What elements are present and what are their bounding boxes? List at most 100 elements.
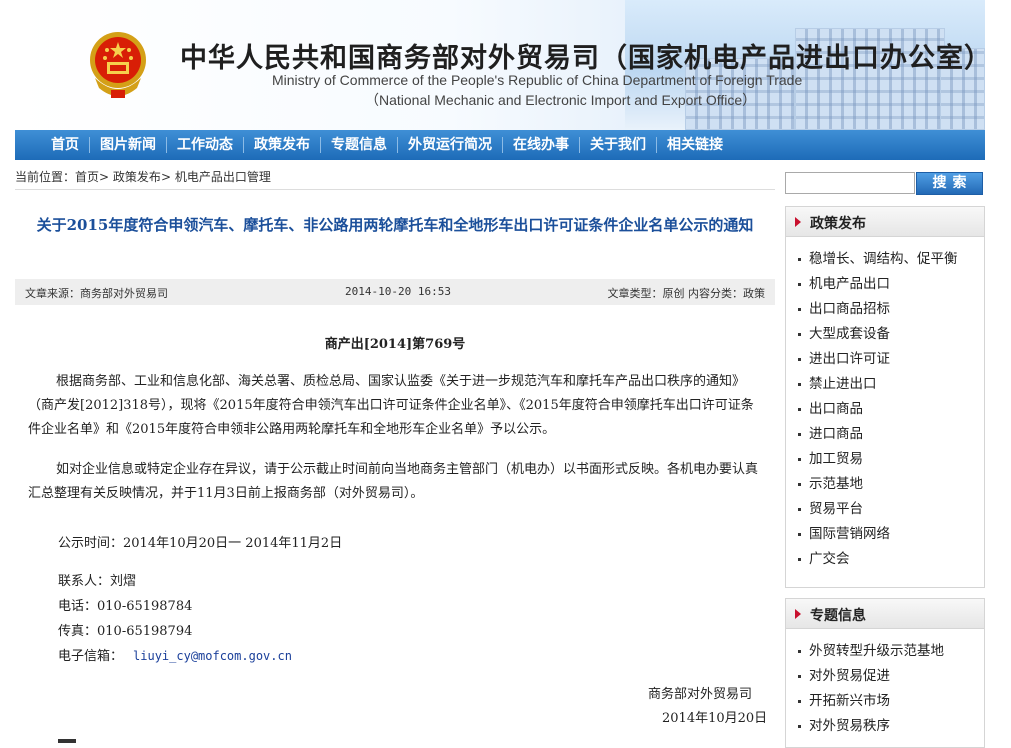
bullet-icon <box>798 557 801 561</box>
bullet-icon <box>798 457 801 461</box>
breadcrumb: 当前位置：首页> 政策发布> 机电产品出口管理 <box>15 168 775 190</box>
arrow-right-icon <box>795 609 801 619</box>
policy-link[interactable]: 大型成套设备 <box>809 326 890 342</box>
policy-link[interactable]: 示范基地 <box>809 476 863 492</box>
bullet-icon <box>798 532 801 536</box>
policy-list-item[interactable]: 进口商品 <box>798 422 984 447</box>
article-paragraph: 如对企业信息或特定企业存在异议，请于公示截止时间前向当地商务主管部门（机电办）以… <box>28 462 759 501</box>
policy-link[interactable]: 国际营销网络 <box>809 526 890 542</box>
policy-list-item[interactable]: 加工贸易 <box>798 447 984 472</box>
nav-item-about[interactable]: 关于我们 <box>580 137 657 153</box>
bullet-icon <box>798 482 801 486</box>
breadcrumb-label: 当前位置： <box>15 170 76 184</box>
bullet-icon <box>798 332 801 336</box>
policy-link[interactable]: 稳增长、调结构、促平衡 <box>809 251 958 267</box>
bullet-icon <box>798 507 801 511</box>
site-title-english: Ministry of Commerce of the People's Rep… <box>272 72 803 88</box>
policy-list-item[interactable]: 出口商品 <box>798 397 984 422</box>
policy-list-item[interactable]: 大型成套设备 <box>798 322 984 347</box>
policy-link[interactable]: 出口商品 <box>809 401 863 417</box>
search-button[interactable]: 搜索 <box>916 172 983 195</box>
breadcrumb-separator: > <box>160 170 171 184</box>
topic-link[interactable]: 外贸转型升级示范基地 <box>809 643 944 659</box>
nav-item-policy[interactable]: 政策发布 <box>244 137 321 153</box>
policy-list-item[interactable]: 示范基地 <box>798 472 984 497</box>
article-title: 关于2015年度符合申领汽车、摩托车、非公路用两轮摩托车和全地形车出口许可证条件… <box>36 216 754 234</box>
policy-list-item[interactable]: 出口商品招标 <box>798 297 984 322</box>
national-emblem-icon <box>90 32 146 98</box>
bullet-icon <box>798 382 801 386</box>
topic-link[interactable]: 开拓新兴市场 <box>809 693 890 709</box>
nav-item-photo-news[interactable]: 图片新闻 <box>90 137 167 153</box>
article-type: 文章类型：原创 内容分类：政策 <box>607 287 766 300</box>
policy-link[interactable]: 出口商品招标 <box>809 301 890 317</box>
topics-panel: 专题信息 外贸转型升级示范基地 对外贸易促进 开拓新兴市场 对外贸易秩序 <box>785 598 985 748</box>
topic-link[interactable]: 对外贸易秩序 <box>809 718 890 734</box>
document-number: 商产出[2014]第769号 <box>324 337 466 352</box>
bullet-icon <box>798 649 801 653</box>
article-meta-bar: 文章来源：商务部对外贸易司 2014-10-20 16:53 文章类型：原创 内… <box>15 279 775 305</box>
breadcrumb-link-home[interactable]: 首页 <box>75 170 99 184</box>
topic-list-item[interactable]: 对外贸易促进 <box>798 664 984 689</box>
policy-link[interactable]: 禁止进出口 <box>809 376 877 392</box>
topic-list-item[interactable]: 对外贸易秩序 <box>798 714 984 739</box>
search-input[interactable] <box>785 172 915 194</box>
contact-fax: 传真：010-65198794 <box>58 624 193 639</box>
nav-item-work-news[interactable]: 工作动态 <box>167 137 244 153</box>
policy-link[interactable]: 广交会 <box>809 551 850 567</box>
content-fragment <box>58 739 76 743</box>
arrow-right-icon <box>795 217 801 227</box>
main-nav: 首页 图片新闻 工作动态 政策发布 专题信息 外贸运行简况 在线办事 关于我们 … <box>15 130 985 160</box>
bullet-icon <box>798 357 801 361</box>
policy-list-item[interactable]: 广交会 <box>798 547 984 572</box>
bullet-icon <box>798 307 801 311</box>
policy-link[interactable]: 机电产品出口 <box>809 276 890 292</box>
policy-panel-title: 政策发布 <box>810 216 866 232</box>
contact-person: 联系人：刘熠 <box>58 574 137 589</box>
contact-email-row: 电子信箱： liuyi_cy@mofcom.gov.cn <box>58 645 292 664</box>
bullet-icon <box>798 432 801 436</box>
email-link[interactable]: liuyi_cy@mofcom.gov.cn <box>133 649 292 663</box>
policy-panel-header: 政策发布 <box>786 207 984 237</box>
nav-item-links[interactable]: 相关链接 <box>657 137 733 153</box>
site-header: 中华人民共和国商务部对外贸易司（国家机电产品进出口办公室） Ministry o… <box>15 0 985 130</box>
publication-period: 公示时间：2014年10月20日一 2014年11月2日 <box>58 536 343 551</box>
policy-list-item[interactable]: 机电产品出口 <box>798 272 984 297</box>
policy-link[interactable]: 贸易平台 <box>809 501 863 517</box>
topics-panel-header: 专题信息 <box>786 599 984 629</box>
policy-list-item[interactable]: 禁止进出口 <box>798 372 984 397</box>
policy-link[interactable]: 加工贸易 <box>809 451 863 467</box>
topics-list: 外贸转型升级示范基地 对外贸易促进 开拓新兴市场 对外贸易秩序 <box>786 629 984 739</box>
topics-panel-title: 专题信息 <box>810 608 866 624</box>
signature-date: 2014年10月20日 <box>662 711 768 726</box>
topic-link[interactable]: 对外贸易促进 <box>809 668 890 684</box>
nav-item-trade-overview[interactable]: 外贸运行简况 <box>398 137 503 153</box>
nav-item-home[interactable]: 首页 <box>41 137 90 153</box>
signature-organization: 商务部对外贸易司 <box>648 687 753 702</box>
breadcrumb-separator: > <box>99 170 110 184</box>
breadcrumb-link-category[interactable]: 机电产品出口管理 <box>175 170 271 184</box>
breadcrumb-link-policy[interactable]: 政策发布 <box>113 170 161 184</box>
article-date: 2014-10-20 16:53 <box>345 285 451 298</box>
article-paragraph: 根据商务部、工业和信息化部、海关总署、质检总局、国家认监委《关于进一步规范汽车和… <box>28 374 754 437</box>
policy-list-item[interactable]: 稳增长、调结构、促平衡 <box>798 247 984 272</box>
policy-list-item[interactable]: 贸易平台 <box>798 497 984 522</box>
bullet-icon <box>798 407 801 411</box>
policy-list-item[interactable]: 进出口许可证 <box>798 347 984 372</box>
policy-list-item[interactable]: 国际营销网络 <box>798 522 984 547</box>
bullet-icon <box>798 674 801 678</box>
topic-list-item[interactable]: 外贸转型升级示范基地 <box>798 639 984 664</box>
policy-list: 稳增长、调结构、促平衡 机电产品出口 出口商品招标 大型成套设备 进出口许可证 … <box>786 237 984 572</box>
site-subtitle-english: （National Mechanic and Electronic Import… <box>365 92 757 108</box>
policy-link[interactable]: 进出口许可证 <box>809 351 890 367</box>
contact-phone: 电话：010-65198784 <box>58 599 193 614</box>
policy-link[interactable]: 进口商品 <box>809 426 863 442</box>
article-source: 文章来源：商务部对外贸易司 <box>25 287 168 300</box>
bullet-icon <box>798 699 801 703</box>
nav-item-online-services[interactable]: 在线办事 <box>503 137 580 153</box>
topic-list-item[interactable]: 开拓新兴市场 <box>798 689 984 714</box>
nav-item-topics[interactable]: 专题信息 <box>321 137 398 153</box>
policy-panel: 政策发布 稳增长、调结构、促平衡 机电产品出口 出口商品招标 大型成套设备 进出… <box>785 206 985 588</box>
site-title-chinese: 中华人民共和国商务部对外贸易司（国家机电产品进出口办公室） <box>180 43 985 74</box>
bullet-icon <box>798 257 801 261</box>
